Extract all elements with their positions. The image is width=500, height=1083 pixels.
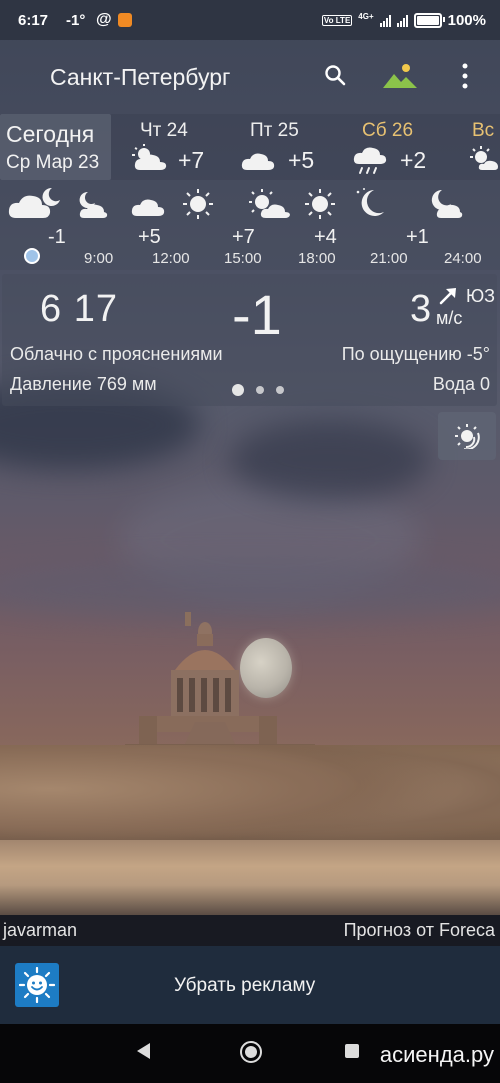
sun-cloud-icon	[249, 189, 290, 218]
network-type: 4G+	[358, 12, 374, 21]
moon-icon	[356, 188, 384, 216]
current-time: 6 17	[40, 288, 118, 330]
hour-time: 15:00	[224, 250, 262, 267]
wind-speed: 3	[410, 288, 432, 330]
hour-time: 21:00	[370, 250, 408, 267]
app-notification-icon	[118, 13, 132, 27]
tab-day-temp: +2	[400, 147, 427, 173]
day-tabs: Сегодня Ср Мар 23 Чт 24 +7 Пт 25 +5 Сб 2…	[0, 114, 500, 180]
current-hour-indicator	[24, 248, 40, 264]
battery-level: 100%	[447, 12, 486, 29]
tab-thursday[interactable]: Чт 24 +7	[128, 114, 218, 180]
cloud-icon	[131, 199, 165, 216]
tab-day-temp: +5	[288, 147, 315, 173]
pressure: Давление 769 мм	[10, 374, 157, 394]
sun-icon	[305, 189, 335, 219]
home-icon[interactable]	[240, 1041, 262, 1063]
frozen-river	[0, 840, 500, 915]
more-vert-icon[interactable]	[458, 62, 472, 90]
trees-row	[0, 745, 500, 855]
status-time: 6:17	[18, 12, 49, 29]
tab-day-name: Сб 26	[362, 120, 414, 141]
app-logo-icon	[15, 963, 59, 1007]
rain-cloud-icon	[353, 147, 387, 174]
signal-icon	[379, 14, 391, 27]
photo-credits-bar: javarman Прогноз от Foreca	[0, 915, 500, 946]
photo-author[interactable]: javarman	[3, 920, 77, 941]
moon-cloud-icon	[431, 189, 463, 218]
hour-temp: +4	[314, 226, 337, 248]
cloud-icon	[241, 153, 275, 170]
remove-ads-label[interactable]: Убрать рекламу	[174, 975, 315, 997]
hour-column[interactable]: -1	[0, 180, 72, 270]
tab-today[interactable]: Сегодня Ср Мар 23	[0, 114, 111, 180]
sun-icon	[183, 189, 213, 219]
wind-direction-arrow-icon	[439, 288, 456, 305]
sun-moon-info-button[interactable]	[438, 412, 496, 460]
hour-column[interactable]: 9:00	[66, 180, 134, 270]
remove-ads-bar[interactable]: Убрать рекламу	[0, 946, 500, 1024]
cloud-shape	[230, 420, 430, 500]
hour-time: 12:00	[152, 250, 190, 267]
tab-day-name: Пт 25	[250, 120, 299, 141]
sun-moon-icon	[455, 424, 480, 449]
hour-time: 18:00	[298, 250, 336, 267]
hourly-forecast: -1 9:00 +5 12:00 +7 15:00 +4 18:00 +1 21…	[0, 180, 500, 270]
watermark-text: асиенда.ру	[379, 1042, 494, 1067]
page-indicator	[232, 384, 284, 396]
feels-like: По ощущению -5°	[341, 344, 490, 364]
hour-column[interactable]: +5 12:00	[126, 180, 218, 270]
page-dot	[276, 386, 284, 394]
cloud-moon-icon	[8, 187, 60, 218]
condition-text: Облачно с прояснениями	[10, 344, 223, 364]
status-temp: -1°	[66, 12, 86, 29]
status-bar: 6:17 -1° @ Vo LTE 4G+ 100%	[0, 0, 500, 40]
wind-direction: ЮЗ	[466, 286, 496, 306]
at-icon: @	[96, 11, 112, 28]
tab-saturday[interactable]: Сб 26 +2	[350, 114, 440, 180]
moon-cloud-icon	[79, 191, 108, 218]
tab-day-name: Вс	[472, 120, 495, 141]
city-title[interactable]: Санкт-Петербург	[50, 64, 230, 91]
tab-friday[interactable]: Пт 25 +5	[238, 114, 328, 180]
forecast-source[interactable]: Прогноз от Foreca	[344, 920, 495, 941]
tab-today-label: Сегодня	[6, 121, 95, 147]
tab-day-temp: +7	[178, 147, 205, 173]
recents-icon[interactable]	[345, 1044, 359, 1058]
tab-sunday[interactable]: Вс	[466, 114, 500, 180]
hour-column[interactable]: 24:00	[424, 180, 498, 270]
battery-icon	[413, 13, 445, 28]
hour-time: 9:00	[84, 250, 114, 267]
water-temp: Вода 0	[432, 374, 490, 394]
hour-time: 24:00	[444, 250, 482, 267]
landscape-photo-icon[interactable]	[382, 62, 418, 90]
back-icon[interactable]	[137, 1043, 150, 1059]
signal-icon-2	[396, 14, 408, 27]
current-temp: -1	[232, 283, 282, 346]
partly-cloudy-icon	[132, 144, 167, 170]
current-conditions[interactable]: 6 17 -1 3 ЮЗ м/с Облачно с прояснениями …	[2, 274, 497, 406]
hour-column[interactable]: +1 21:00	[348, 180, 429, 270]
system-nav-bar: асиенда.ру	[0, 1024, 500, 1083]
search-icon[interactable]	[324, 64, 346, 86]
tab-today-date: Ср Мар 23	[6, 152, 100, 173]
sun-cloud-icon	[470, 146, 498, 170]
page-dot	[256, 386, 264, 394]
cloud-shape	[0, 560, 500, 620]
page-dot-active	[232, 384, 244, 396]
tab-day-name: Чт 24	[140, 120, 188, 141]
volte-icon: Vo LTE	[321, 15, 353, 26]
hour-temp: -1	[48, 226, 66, 248]
hour-temp: +5	[138, 226, 161, 248]
wind-unit: м/с	[436, 308, 463, 328]
hour-temp: +7	[232, 226, 255, 248]
app-bar: Санкт-Петербург	[0, 40, 500, 112]
